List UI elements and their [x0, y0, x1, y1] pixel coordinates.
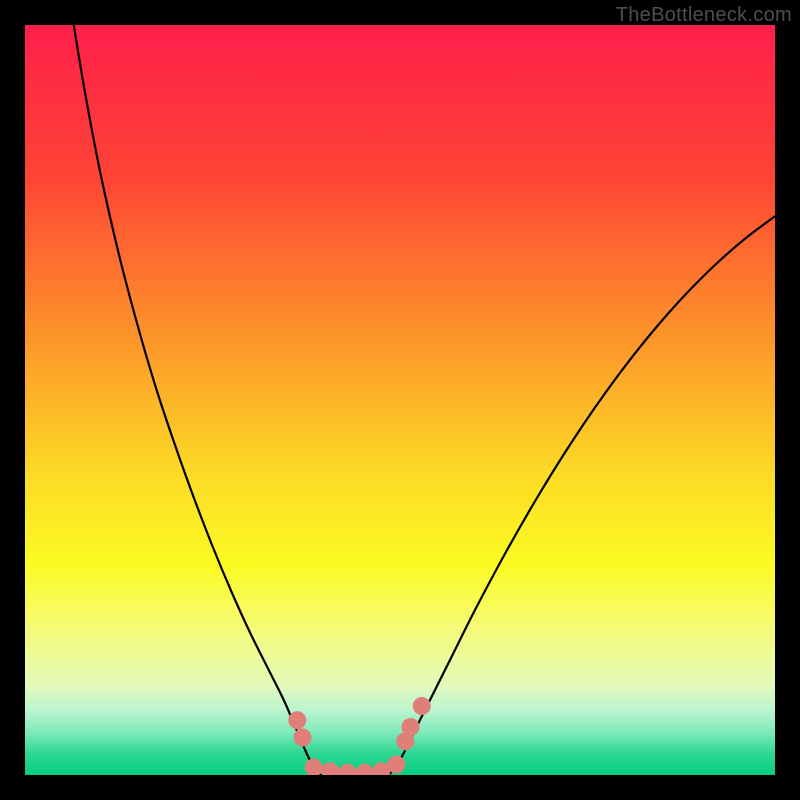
- watermark-text: TheBottleneck.com: [616, 4, 792, 27]
- marker-point: [288, 711, 306, 729]
- chart-frame: TheBottleneck.com: [0, 0, 800, 800]
- bottleneck-chart: [25, 25, 775, 775]
- marker-point: [387, 756, 405, 774]
- marker-point: [402, 718, 420, 736]
- plot-background: [25, 25, 775, 775]
- marker-point: [413, 697, 431, 715]
- marker-point: [294, 729, 312, 747]
